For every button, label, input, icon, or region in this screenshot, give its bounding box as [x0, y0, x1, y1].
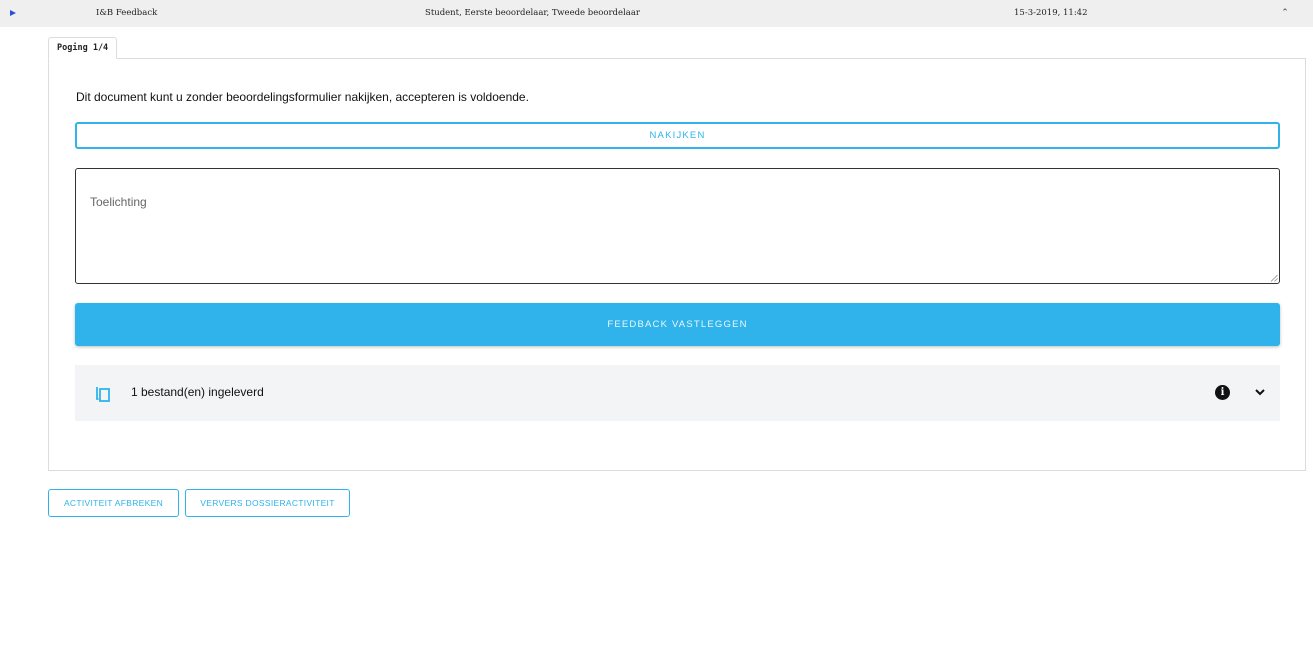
- files-label: 1 bestand(en) ingeleverd: [131, 385, 264, 399]
- submit-feedback-button[interactable]: FEEDBACK VASTLEGGEN: [75, 303, 1280, 346]
- refresh-activity-button[interactable]: VERVERS DOSSIERACTIVITEIT: [185, 489, 350, 517]
- chevron-down-icon[interactable]: [1254, 386, 1266, 398]
- comment-textarea[interactable]: [75, 168, 1280, 284]
- abort-activity-button[interactable]: ACTIVITEIT AFBREKEN: [48, 489, 179, 517]
- activity-roles: Student, Eerste beoordelaar, Tweede beoo…: [425, 8, 640, 18]
- info-icon[interactable]: i: [1215, 385, 1230, 400]
- review-button[interactable]: NAKIJKEN: [75, 122, 1280, 149]
- activity-title: I&B Feedback: [96, 8, 158, 18]
- copy-icon: [96, 387, 110, 402]
- intro-text: Dit document kunt u zonder beoordelingsf…: [76, 90, 529, 104]
- activity-header[interactable]: I&B Feedback Student, Eerste beoordelaar…: [0, 0, 1313, 27]
- chevron-up-icon[interactable]: ⌃: [1278, 0, 1292, 27]
- play-triangle-icon[interactable]: [10, 0, 18, 27]
- submitted-files-panel[interactable]: 1 bestand(en) ingeleverd i: [75, 365, 1280, 421]
- activity-datetime: 15-3-2019, 11:42: [1014, 8, 1088, 18]
- tab-attempt[interactable]: Poging 1/4: [48, 37, 118, 59]
